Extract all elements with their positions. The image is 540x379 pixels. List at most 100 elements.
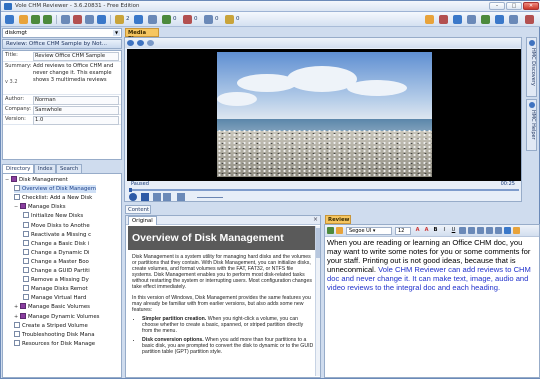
tools-icon[interactable]	[439, 15, 448, 24]
play-icon[interactable]	[129, 193, 137, 201]
volume-slider[interactable]	[197, 197, 223, 198]
tree-item[interactable]: Manage Virtual Hard	[23, 294, 86, 302]
layout-icon[interactable]	[467, 15, 476, 24]
tree-item[interactable]: Resources for Disk Manage	[14, 339, 95, 348]
tree-item[interactable]: Troubleshooting Disk Mana	[14, 330, 95, 339]
tree-item[interactable]: Move Disks to Anothe	[23, 221, 90, 230]
doc-scrollbar[interactable]	[315, 226, 320, 376]
tab-media-player[interactable]: Media Player	[125, 28, 159, 42]
rewind-icon[interactable]	[153, 193, 161, 201]
underline-icon[interactable]: U	[450, 227, 457, 234]
exit-icon[interactable]	[525, 15, 534, 24]
settings-icon[interactable]	[453, 15, 462, 24]
tab-hmc-helper[interactable]: HMC Helper	[526, 99, 537, 151]
discovery-icon	[529, 40, 535, 46]
tab-review[interactable]: Review	[325, 215, 351, 224]
chevron-down-icon[interactable]: ▼	[113, 30, 120, 36]
bullets-icon[interactable]	[495, 227, 502, 234]
mute-icon[interactable]	[177, 193, 185, 201]
seek-bar[interactable]	[129, 188, 519, 192]
tree-item[interactable]: Change a GUID Partiti	[23, 267, 90, 275]
align-left-icon[interactable]	[459, 227, 466, 234]
tree-item[interactable]: Initialize New Disks	[23, 212, 83, 220]
export-icon[interactable]	[481, 15, 490, 24]
back-icon[interactable]	[31, 15, 40, 24]
forward-icon[interactable]	[43, 15, 52, 24]
title-value[interactable]: Review Office CHM Sample	[33, 52, 119, 61]
print-icon[interactable]	[73, 15, 82, 24]
tree-item[interactable]: + Manage Dynamic Volumes	[14, 312, 99, 321]
video-icon[interactable]	[183, 15, 192, 24]
version-value[interactable]: 1.0	[33, 116, 119, 125]
review-text[interactable]: When you are reading or learning an Offi…	[327, 238, 533, 293]
audio-count: 0	[173, 16, 177, 22]
previous-icon[interactable]	[127, 40, 134, 46]
tree-item[interactable]: − Disk Management	[5, 176, 68, 184]
tree-item[interactable]: + Manage Basic Volumes	[14, 303, 90, 311]
fast-forward-icon[interactable]	[163, 193, 171, 201]
next-icon[interactable]	[137, 40, 144, 46]
tree-item[interactable]: Change a Dynamic Di	[23, 248, 90, 257]
audio-icon[interactable]	[162, 15, 171, 24]
company-value[interactable]: Samwhole	[33, 106, 119, 115]
font-select[interactable]: Segoe UI ▾	[346, 227, 392, 235]
close-button[interactable]: ✕	[523, 2, 539, 10]
stop-icon[interactable]	[141, 193, 149, 201]
font-color-icon[interactable]: A	[414, 227, 421, 234]
align-center-icon[interactable]	[468, 227, 475, 234]
tree-item[interactable]: Reactivate a Missing c	[23, 230, 91, 239]
window-title: Vole CHM Reviewer - 3.6.20831 - Free Edi…	[15, 3, 140, 9]
save-review-icon[interactable]	[327, 227, 334, 234]
about-icon[interactable]	[509, 15, 518, 24]
justify-icon[interactable]	[486, 227, 493, 234]
highlight-icon[interactable]: A	[423, 227, 430, 234]
bookmark-icon[interactable]	[425, 15, 434, 24]
expand-icon[interactable]: +	[14, 303, 19, 311]
tree-item[interactable]: Manage Disks Remot	[23, 285, 88, 293]
review-header[interactable]: Review: Office CHM Sample by Not...	[2, 39, 122, 49]
tab-hmc-discovery[interactable]: HMC Discovery	[526, 37, 537, 97]
italic-icon[interactable]: I	[441, 227, 448, 234]
open-folder-icon[interactable]	[19, 15, 28, 24]
tree-item[interactable]: Change a Master Boo	[23, 257, 89, 266]
save-icon[interactable]	[97, 15, 106, 24]
scroll-thumb[interactable]	[316, 228, 320, 258]
tree-item[interactable]: Checklist: Add a New Disk	[14, 194, 92, 202]
tree-item[interactable]: Remove a Missing Dy	[23, 276, 89, 284]
collapse-icon[interactable]: −	[5, 176, 10, 184]
maximize-button[interactable]: □	[506, 2, 522, 10]
refresh-icon[interactable]	[147, 40, 154, 46]
tree-item[interactable]: Overview of Disk Managem	[14, 185, 96, 194]
size-select[interactable]: 12	[395, 227, 411, 235]
tree-item-label: Change a Basic Disk i	[31, 240, 90, 247]
tree-item[interactable]: − Manage Disks	[14, 203, 66, 211]
collapse-icon[interactable]: −	[14, 203, 19, 211]
align-right-icon[interactable]	[477, 227, 484, 234]
filter-combo[interactable]: diskmgt ▼	[2, 28, 122, 38]
seek-knob[interactable]	[129, 188, 132, 192]
tree-item[interactable]: Change a Basic Disk i	[23, 239, 90, 248]
media-toolbar	[125, 38, 521, 48]
bold-icon[interactable]: B	[432, 227, 439, 234]
insert-image-icon[interactable]	[504, 227, 511, 234]
doc-feature-list: Simpler partition creation. When you rig…	[128, 313, 318, 356]
image-icon[interactable]	[134, 15, 143, 24]
close-pane-icon[interactable]: ×	[313, 216, 318, 223]
video-frame[interactable]	[127, 49, 521, 181]
note-icon[interactable]	[115, 15, 124, 24]
expand-icon[interactable]: +	[14, 313, 19, 321]
find-icon[interactable]	[85, 15, 94, 24]
author-value[interactable]: Norman	[33, 96, 119, 105]
menu-icon[interactable]	[5, 15, 14, 24]
edit-icon[interactable]	[336, 227, 343, 234]
list-icon[interactable]	[148, 15, 157, 24]
insert-link-icon[interactable]	[513, 227, 520, 234]
attach-icon[interactable]	[225, 15, 234, 24]
tab-original[interactable]: Original	[128, 216, 157, 225]
help-icon[interactable]	[495, 15, 504, 24]
tree-item[interactable]: Create a Striped Volume	[14, 321, 88, 330]
home-icon[interactable]	[61, 15, 70, 24]
link-icon[interactable]	[204, 15, 213, 24]
minimize-button[interactable]: –	[489, 2, 505, 10]
tab-content[interactable]: Content	[125, 205, 151, 214]
